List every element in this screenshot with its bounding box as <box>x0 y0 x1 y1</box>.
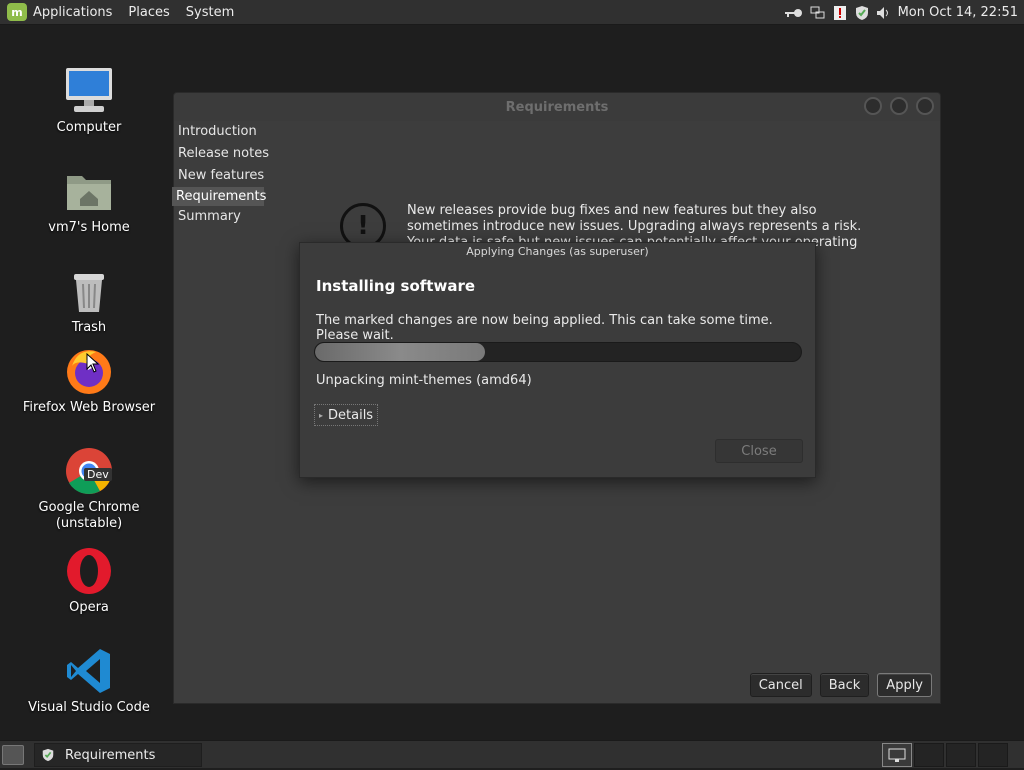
desktop-icon-label: Computer <box>56 120 122 135</box>
opera-icon <box>64 546 114 596</box>
home-folder-icon <box>64 166 114 216</box>
taskbar-window-button[interactable]: Requirements <box>34 743 202 767</box>
workspace-2[interactable] <box>914 743 944 767</box>
details-label: Details <box>328 407 374 423</box>
step-release-notes[interactable]: Release notes <box>174 143 304 165</box>
maximize-button[interactable] <box>890 97 908 115</box>
step-introduction[interactable]: Introduction <box>174 121 304 143</box>
workspace-1[interactable] <box>882 743 912 767</box>
desktop-icon-opera[interactable]: Opera <box>20 546 158 616</box>
mouse-cursor-icon <box>86 353 100 373</box>
close-window-button[interactable] <box>916 97 934 115</box>
desktop-icon-computer[interactable]: Computer <box>20 66 158 136</box>
window-title: Requirements <box>505 99 609 115</box>
desktop-icon-label: Google Chrome (unstable) <box>38 500 140 531</box>
desktop-icon-label: vm7's Home <box>48 220 130 235</box>
show-desktop-icon[interactable] <box>2 745 24 765</box>
desktop-icon-label: Visual Studio Code <box>28 700 150 715</box>
desktop-icon-vscode[interactable]: Visual Studio Code <box>20 646 158 716</box>
taskbar-window-title: Requirements <box>65 747 156 763</box>
desktop-icon-label: Trash <box>71 320 107 335</box>
menu-places[interactable]: Places <box>128 5 169 20</box>
step-requirements[interactable]: Requirements <box>172 187 266 206</box>
desktop-icon-label: Firefox Web Browser <box>22 400 156 415</box>
window-footer: Cancel Back Apply <box>742 673 932 697</box>
details-expander[interactable]: ▸ Details <box>314 404 379 426</box>
top-panel: m Applications Places System Mon Oct 14,… <box>0 0 1024 25</box>
dialog-message: The marked changes are now being applied… <box>316 313 773 343</box>
trash-icon <box>64 266 114 316</box>
clock[interactable]: Mon Oct 14, 22:51 <box>898 5 1018 20</box>
progress-status: Unpacking mint-themes (amd64) <box>316 373 532 388</box>
dev-badge: Dev <box>84 468 112 481</box>
window-titlebar[interactable]: Requirements <box>174 93 940 121</box>
applying-changes-dialog: Applying Changes (as superuser) Installi… <box>299 242 816 478</box>
desktop-icon-chrome[interactable]: Dev Google Chrome (unstable) <box>20 446 158 532</box>
back-button[interactable]: Back <box>819 673 870 697</box>
system-tray: Mon Oct 14, 22:51 <box>782 0 1024 25</box>
volume-icon[interactable] <box>876 5 892 21</box>
shield-icon <box>42 748 54 762</box>
apply-button[interactable]: Apply <box>877 673 932 697</box>
key-icon[interactable] <box>782 5 804 21</box>
minimize-button[interactable] <box>864 97 882 115</box>
workspace-3[interactable] <box>946 743 976 767</box>
desktop-icon-home[interactable]: vm7's Home <box>20 166 158 236</box>
progress-bar <box>314 342 802 362</box>
shield-icon[interactable] <box>854 5 870 21</box>
desktop-icon-trash[interactable]: Trash <box>20 266 158 336</box>
bottom-panel: Requirements <box>0 740 1024 768</box>
dialog-title[interactable]: Applying Changes (as superuser) <box>300 243 815 261</box>
desktop-icon-label: Opera <box>69 600 109 615</box>
workspace-4[interactable] <box>978 743 1008 767</box>
progress-fill <box>315 343 486 361</box>
chrome-dev-icon: Dev <box>64 446 114 496</box>
step-summary[interactable]: Summary <box>174 206 304 228</box>
step-sidebar: Introduction Release notes New features … <box>172 121 304 228</box>
menu-system[interactable]: System <box>186 5 234 20</box>
dialog-heading: Installing software <box>316 277 476 295</box>
step-new-features[interactable]: New features <box>174 165 304 187</box>
menu-applications[interactable]: Applications <box>33 5 112 20</box>
dialog-close-button[interactable]: Close <box>715 439 803 463</box>
computer-icon <box>64 66 114 116</box>
expander-arrow-icon: ▸ <box>319 410 324 420</box>
vscode-icon <box>64 646 114 696</box>
mint-menu-icon[interactable]: m <box>7 3 27 21</box>
cancel-button[interactable]: Cancel <box>749 673 812 697</box>
network-icon[interactable] <box>810 5 826 21</box>
update-alert-icon[interactable] <box>832 5 848 21</box>
